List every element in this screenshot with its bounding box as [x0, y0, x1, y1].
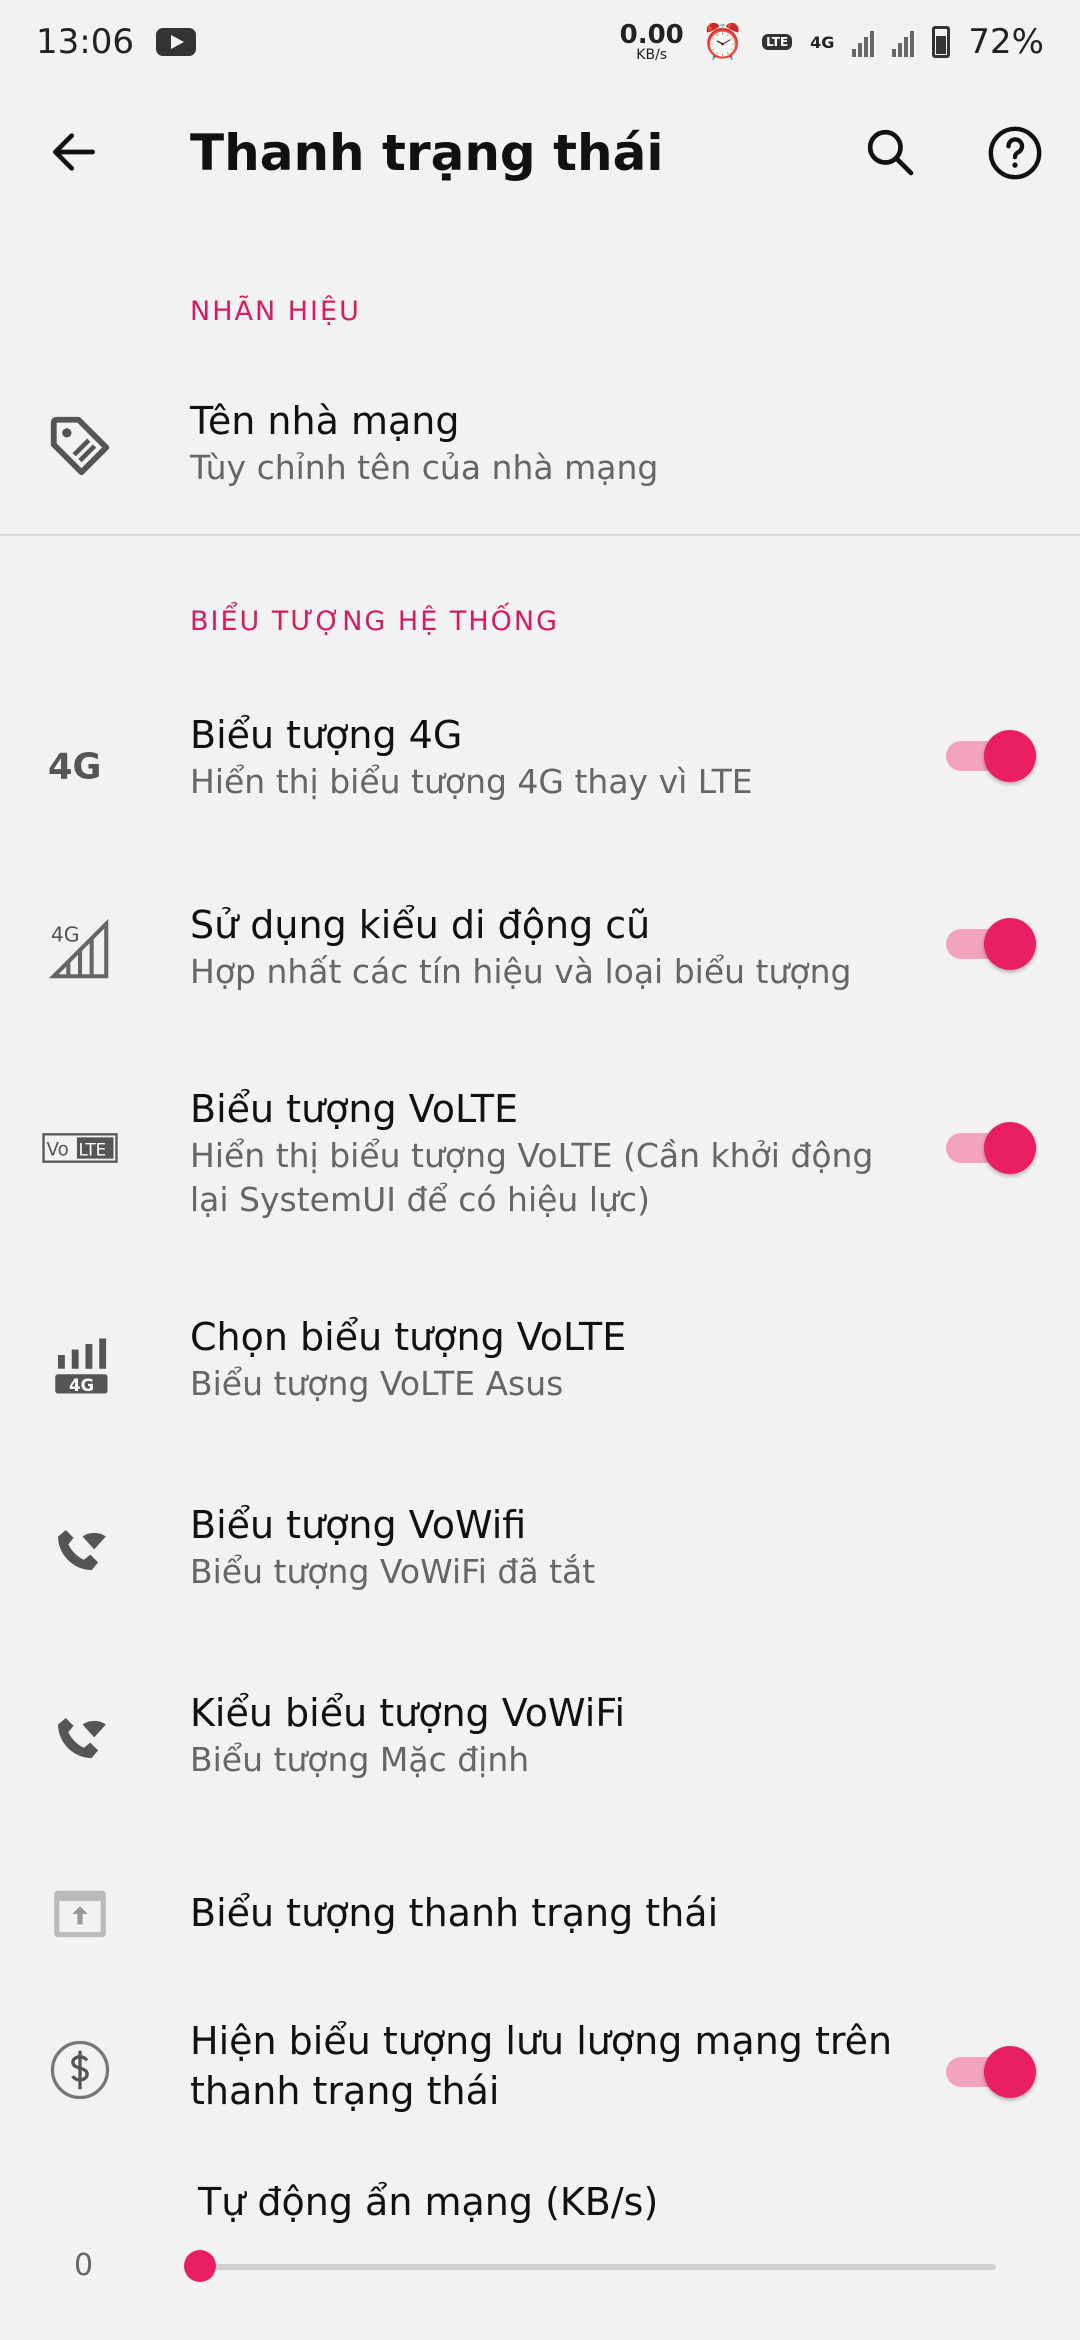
auto-hide-threshold-slider-row: Tự động ẩn mạng (KB/s) 0 — [0, 2170, 1080, 2320]
item-subtitle: Hiển thị biểu tượng VoLTE (Cần khởi động… — [190, 1136, 874, 1219]
wifi-call-icon — [40, 1700, 120, 1780]
svg-text:LTE: LTE — [78, 1140, 106, 1160]
divider — [0, 534, 1080, 536]
item-title: Kiểu biểu tượng VoWiFi — [190, 1691, 625, 1735]
status-time: 13:06 — [36, 22, 134, 62]
carrier-title: Tên nhà mạng — [190, 399, 460, 443]
item-subtitle: Hợp nhất các tín hiệu và loại biểu tượng — [190, 952, 852, 991]
volte-status-icon: LTE — [762, 34, 793, 50]
slider-track[interactable] — [200, 2264, 996, 2270]
battery-icon — [932, 26, 951, 58]
item-title: Hiện biểu tượng lưu lượng mạng trên than… — [190, 2019, 893, 2113]
item-subtitle: Biểu tượng VoLTE Asus — [190, 1364, 564, 1403]
item-title: Biểu tượng VoWifi — [190, 1503, 527, 1547]
setting-vowifi-icon[interactable]: Biểu tượng VoWifi Biểu tượng VoWiFi đã t… — [0, 1494, 1080, 1624]
item-title: Chọn biểu tượng VoLTE — [190, 1315, 627, 1359]
svg-text:Vo: Vo — [47, 1140, 69, 1161]
setting-choose-volte-icon[interactable]: 4G Chọn biểu tượng VoLTE Biểu tượng VoLT… — [0, 1306, 1080, 1436]
carrier-name-row[interactable]: Tên nhà mạng Tùy chỉnh tên của nhà mạng — [0, 386, 1080, 506]
toggle-network-traffic[interactable] — [946, 2046, 1036, 2098]
svg-text:4G: 4G — [69, 1376, 94, 1395]
toggle-volte-icon[interactable] — [946, 1122, 1036, 1174]
slider-thumb[interactable] — [184, 2250, 216, 2282]
svg-text:4G: 4G — [51, 922, 80, 946]
help-icon[interactable] — [986, 124, 1044, 182]
network-type: 4G — [810, 32, 835, 52]
svg-text:4G: 4G — [48, 746, 101, 784]
volte-icon: Vo LTE — [40, 1108, 120, 1188]
tag-icon — [40, 406, 120, 486]
setting-volte-icon[interactable]: Vo LTE Biểu tượng VoLTE Hiển thị biểu tư… — [0, 1078, 1080, 1248]
item-subtitle: Hiển thị biểu tượng 4G thay vì LTE — [190, 762, 753, 801]
status-bar-icon — [40, 1874, 120, 1954]
back-arrow-icon[interactable] — [46, 124, 102, 180]
youtube-icon — [155, 28, 196, 56]
signal-icon-2 — [892, 27, 915, 57]
signal-icon — [852, 27, 875, 57]
setting-network-traffic[interactable]: Hiện biểu tượng lưu lượng mạng trên than… — [0, 2006, 1080, 2136]
setting-4g-icon[interactable]: 4G Biểu tượng 4G Hiển thị biểu tượng 4G … — [0, 700, 1080, 830]
net-speed-unit: KB/s — [636, 47, 668, 63]
item-title: Sử dụng kiểu di động cũ — [190, 903, 651, 947]
signal-4g-icon: 4G — [40, 910, 120, 990]
data-usage-icon — [40, 2030, 120, 2110]
wifi-call-icon — [40, 1512, 120, 1592]
4g-icon: 4G — [40, 724, 120, 804]
net-speed-value: 0.00 — [619, 20, 684, 50]
item-subtitle: Biểu tượng Mặc định — [190, 1740, 530, 1779]
search-icon[interactable] — [862, 124, 918, 180]
status-bar: 13:06 0.00 KB/s ⏰ LTE 4G 72% — [0, 0, 1080, 84]
carrier-subtitle: Tùy chỉnh tên của nhà mạng — [190, 448, 659, 487]
slider-title: Tự động ẩn mạng (KB/s) — [198, 2180, 659, 2224]
section-header-system-icons: BIỂU TƯỢNG HỆ THỐNG — [190, 606, 560, 637]
page-title: Thanh trạng thái — [190, 124, 664, 182]
net-speed-indicator: 0.00 KB/s — [620, 22, 684, 62]
battery-percent: 72% — [968, 22, 1044, 62]
slider-value: 0 — [74, 2248, 94, 2283]
item-title: Biểu tượng VoLTE — [190, 1087, 519, 1131]
toggle-legacy-mobile-style[interactable] — [946, 918, 1036, 970]
signal-bars-4g-icon: 4G — [40, 1326, 120, 1406]
item-title: Biểu tượng thanh trạng thái — [190, 1891, 719, 1935]
toggle-4g-icon[interactable] — [946, 730, 1036, 782]
setting-legacy-mobile-style[interactable]: 4G Sử dụng kiểu di động cũ Hợp nhất các … — [0, 890, 1080, 1020]
alarm-icon: ⏰ — [701, 22, 745, 62]
setting-status-bar-icons[interactable]: Biểu tượng thanh trạng thái — [0, 1860, 1080, 1970]
item-title: Biểu tượng 4G — [190, 713, 463, 757]
setting-vowifi-style[interactable]: Kiểu biểu tượng VoWiFi Biểu tượng Mặc đị… — [0, 1682, 1080, 1812]
section-header-brand: NHÃN HIỆU — [190, 296, 361, 327]
item-subtitle: Biểu tượng VoWiFi đã tắt — [190, 1552, 596, 1591]
app-bar: Thanh trạng thái — [0, 84, 1080, 224]
